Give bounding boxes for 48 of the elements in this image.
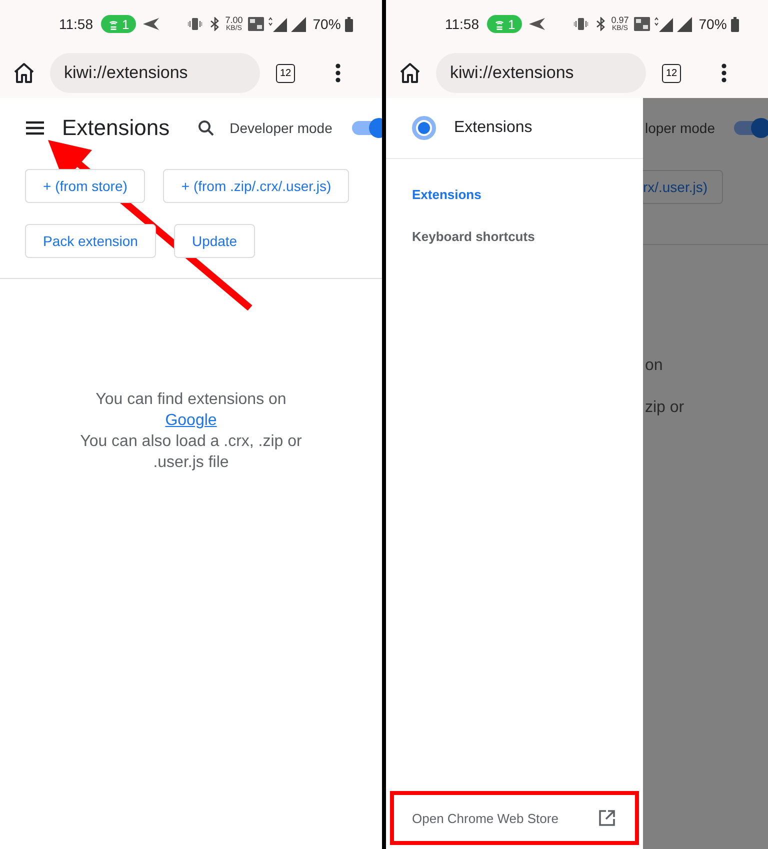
tab-count-button[interactable]: 12 (276, 64, 295, 82)
empty-message: zip or (644, 398, 686, 418)
drawer-title: Extensions (454, 119, 532, 137)
drawer-item[interactable]: Keyboard shortcuts (386, 215, 643, 257)
home-icon[interactable] (12, 62, 36, 84)
empty-message: on (644, 356, 664, 376)
bluetooth-icon (596, 17, 606, 31)
menu-icon[interactable] (26, 121, 44, 135)
mobile-signal-icon (654, 16, 674, 32)
action-button[interactable]: + (from .zip/.crx/.user.js) (163, 169, 350, 203)
toggle-switch[interactable] (734, 121, 768, 135)
bluetooth-icon (210, 17, 220, 31)
battery-icon (344, 16, 353, 32)
clock: 11:58 (59, 16, 93, 32)
empty-message: You can also load a .crx, .zip or .user.js file (79, 432, 303, 473)
action-button[interactable]: Update (174, 224, 256, 258)
address-bar[interactable]: kiwi://extensions (436, 53, 646, 93)
mobile-signal-icon (268, 16, 288, 32)
home-icon[interactable] (398, 62, 422, 84)
extensions-logo-icon (412, 116, 436, 140)
menu-icon[interactable] (721, 63, 727, 83)
hotspot-badge: 1 (101, 15, 136, 33)
address-bar[interactable]: kiwi://extensions (50, 53, 260, 93)
external-link-icon (598, 810, 615, 826)
battery-percent: 70% (312, 16, 341, 32)
page-title: Extensions (62, 115, 170, 141)
tab-count-button[interactable]: 12 (662, 64, 681, 82)
google-link[interactable]: Google (165, 410, 217, 431)
empty-message: You can find extensions on (96, 390, 286, 410)
vibrate-icon (188, 17, 202, 31)
menu-icon[interactable] (335, 63, 341, 83)
clock: 11:58 (445, 16, 479, 32)
battery-icon (730, 16, 739, 32)
action-button[interactable]: + (from store) (25, 169, 146, 203)
action-button[interactable]: Pack extension (25, 224, 156, 258)
send-icon (528, 17, 546, 31)
send-icon (142, 17, 160, 31)
signal-icon (676, 16, 692, 32)
signal-icon (290, 16, 306, 32)
drawer-item[interactable]: Extensions (386, 173, 643, 215)
hotspot-badge: 1 (487, 15, 522, 33)
developer-mode-label: loper mode (644, 120, 715, 136)
search-icon[interactable] (198, 120, 214, 136)
action-button[interactable]: rx/.user.js) (642, 170, 723, 204)
battery-percent: 70% (698, 16, 727, 32)
vibrate-icon (574, 17, 588, 31)
developer-mode-label: Developer mode (230, 120, 332, 136)
web-store-link[interactable]: Open Chrome Web Store (390, 791, 639, 845)
